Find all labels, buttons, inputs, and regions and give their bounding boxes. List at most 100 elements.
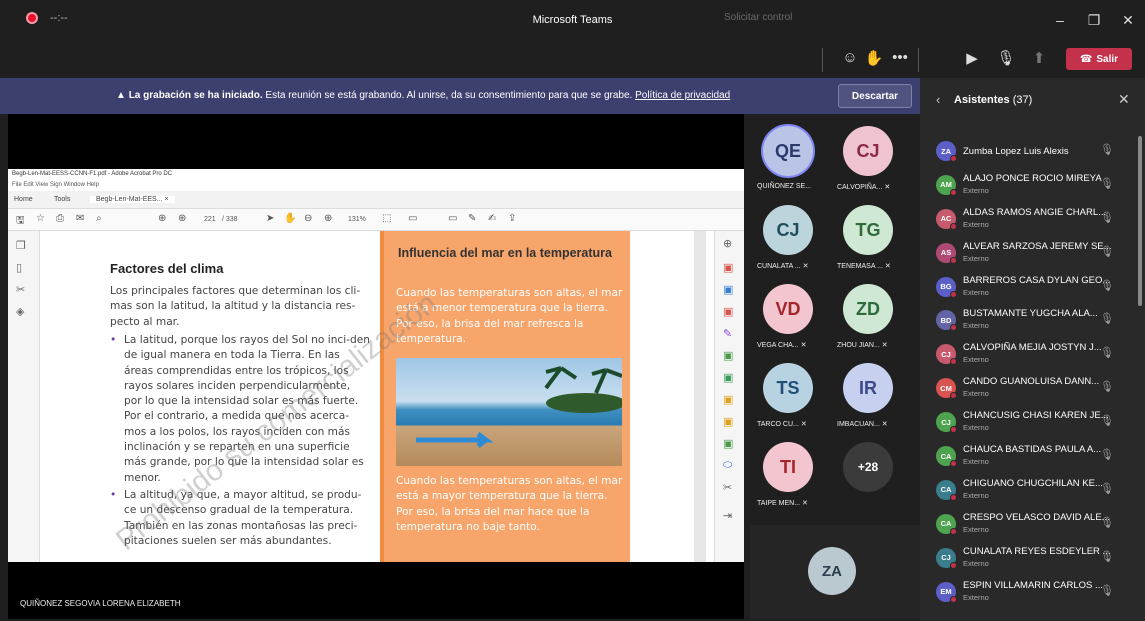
gallery-avatar[interactable]: +28 <box>843 442 893 492</box>
fit-icon: ⬚ <box>382 213 392 224</box>
mic-muted-icon[interactable]: 🎙 <box>1100 448 1114 461</box>
mail-icon: ✉ <box>76 213 85 224</box>
gallery-avatar[interactable]: IR <box>843 363 893 413</box>
participant-row[interactable]: AS ALVEAR SARZOSA JEREMY SE... Externo 🎙 <box>920 235 1130 269</box>
banner-message: Esta reunión se está grabando. Al unirse… <box>265 90 633 101</box>
participant-role: Externo <box>963 389 989 399</box>
print-icon: ⎙ <box>56 213 64 224</box>
bullet-dot: • <box>110 334 117 346</box>
panel-scrollbar[interactable] <box>1138 136 1142 306</box>
mic-muted-icon[interactable]: 🎙 <box>1100 177 1114 190</box>
expand-icon: ⇥ <box>723 510 733 522</box>
back-chevron-icon[interactable]: ‹ <box>936 92 940 107</box>
mic-muted-icon[interactable]: 🎙 <box>1100 279 1114 292</box>
mic-muted-icon[interactable]: 🎙 <box>1100 143 1114 156</box>
participant-role: Externo <box>963 219 989 229</box>
self-avatar: ZA <box>808 547 856 595</box>
participant-name: ESPIN VILLAMARIN CARLOS ... <box>963 579 1103 591</box>
gallery-avatar[interactable]: VD <box>763 284 813 334</box>
mic-muted-icon[interactable]: 🎙 <box>1100 245 1114 258</box>
gallery-avatar[interactable]: TG <box>843 205 893 255</box>
participant-role: Externo <box>963 490 989 500</box>
acrobat-toolbar: 🖫 ☆ ⎙ ✉ ⌕ ⊕ ⊕ 221 / 338 ➤ ✋ ⊖ ⊕ 131% ⬚ ▭… <box>8 209 744 231</box>
minimize-icon[interactable]: – <box>1043 12 1077 28</box>
participants-panel: ‹ Asistentes (37) ✕ ZA Zumba Lopez Luis A… <box>920 78 1145 621</box>
participant-row[interactable]: CM CANDO GUANOLUISA DANN... Externo 🎙 <box>920 370 1130 404</box>
participant-row[interactable]: CJ CUNALATA REYES ESDEYLER ... Externo 🎙 <box>920 540 1130 574</box>
participant-row[interactable]: CA CHAUCA BASTIDAS PAULA A... Externo 🎙 <box>920 438 1130 472</box>
raise-hand-icon[interactable]: ✋ <box>862 49 886 67</box>
participant-role: Externo <box>963 321 989 331</box>
leave-button[interactable]: ☎ Salir <box>1066 48 1132 70</box>
gallery-avatar[interactable]: CJ <box>763 205 813 255</box>
more-actions-icon[interactable]: ••• <box>888 49 912 66</box>
toolbar-divider <box>918 48 919 72</box>
banner-title: La grabación se ha iniciado. <box>128 90 263 101</box>
page-total: / 338 <box>222 216 238 223</box>
participant-role: Externo <box>963 253 989 263</box>
gallery-name: TAIPE MEN... ✕ <box>757 500 808 507</box>
presence-dot <box>950 527 957 535</box>
mic-muted-icon[interactable]: 🎙 <box>1100 312 1114 325</box>
participant-row[interactable]: AC ALDAS RAMOS ANGIE CHARL... Externo 🎙 <box>920 201 1130 235</box>
presence-dot <box>950 595 957 603</box>
gallery-avatar[interactable]: QE <box>763 126 813 176</box>
participants-icon[interactable]: ☺ <box>838 49 862 66</box>
participant-role: Externo <box>963 355 989 365</box>
recording-indicator-icon <box>26 12 38 24</box>
participant-row[interactable]: BD BUSTAMANTE YUGCHA ALA... Externo 🎙 <box>920 302 1130 336</box>
banner-text: ▲ La grabación se ha iniciado. Esta reun… <box>116 90 730 101</box>
search-icon: ⊕ <box>723 238 733 250</box>
gallery-avatar[interactable]: ZD <box>843 284 893 334</box>
participant-name: ALDAS RAMOS ANGIE CHARL... <box>963 206 1107 218</box>
participant-row[interactable]: EM ESPIN VILLAMARIN CARLOS ... Externo 🎙 <box>920 574 1130 608</box>
attendees-count: (37) <box>1012 94 1033 106</box>
participant-row[interactable]: ZA Zumba Lopez Luis Alexis 🎙 <box>920 133 1130 167</box>
participant-name: Zumba Lopez Luis Alexis <box>963 146 1069 157</box>
mic-muted-icon[interactable]: 🎙 <box>1100 584 1114 597</box>
participant-name: ALAJO PONCE ROCIO MIREYA <box>963 172 1102 184</box>
create-icon: ▣ <box>723 350 734 362</box>
mic-muted-icon[interactable]: 🎙 <box>1100 211 1114 224</box>
participant-row[interactable]: CJ CHANCUSIG CHASI KAREN JE... Externo 🎙 <box>920 404 1130 438</box>
participant-role: Externo <box>963 524 989 534</box>
mic-muted-icon[interactable]: 🎙 <box>1100 346 1114 359</box>
mic-muted-icon[interactable]: 🎙 <box>1100 482 1114 495</box>
request-control-button[interactable]: Solicitar control <box>724 12 792 23</box>
zoom-in-icon: ⊕ <box>324 213 333 224</box>
gallery-avatar[interactable]: CJ <box>843 126 893 176</box>
close-panel-icon[interactable]: ✕ <box>1118 91 1130 108</box>
mic-muted-icon[interactable]: 🎙 <box>1100 380 1114 393</box>
maximize-icon[interactable]: ❐ <box>1077 12 1111 29</box>
gallery-name: TENEMASA ... ✕ <box>837 263 891 270</box>
gallery-avatar[interactable]: TS <box>763 363 813 413</box>
compress-icon: ▣ <box>723 372 734 384</box>
presenter-name: QUIÑONEZ SEGOVIA LORENA ELIZABETH <box>20 599 181 608</box>
dismiss-button[interactable]: Descartar <box>838 84 912 108</box>
pdf-scrollbar[interactable] <box>694 231 706 562</box>
participant-row[interactable]: CA CRESPO VELASCO DAVID ALE... Externo 🎙 <box>920 506 1130 540</box>
info-box-text-2: Cuando las temperaturas son altas, el ma… <box>396 475 623 533</box>
protect-icon: ▣ <box>723 438 734 450</box>
zoom-out-icon: ⊖ <box>304 213 313 224</box>
mic-muted-icon[interactable]: 🎙 <box>1100 516 1114 529</box>
privacy-link[interactable]: Política de privacidad <box>635 90 730 101</box>
doc-intro: Los principales factores que determinan … <box>110 285 361 328</box>
mic-off-icon[interactable]: 🎙 <box>994 49 1018 67</box>
participant-row[interactable]: CJ CALVOPIÑA MEJIA JOSTYN J... Externo 🎙 <box>920 336 1130 370</box>
close-window-icon[interactable]: ✕ <box>1111 12 1145 29</box>
participant-role: Externo <box>963 287 989 297</box>
mic-muted-icon[interactable]: 🎙 <box>1100 414 1114 427</box>
share-screen-icon[interactable]: ⬆ <box>1027 49 1051 67</box>
recording-timer: --:-- <box>50 12 68 24</box>
participant-row[interactable]: AM ALAJO PONCE ROCIO MIREYA Externo 🎙 <box>920 167 1130 201</box>
gallery-name: QUIÑONEZ SE... <box>757 183 812 190</box>
mic-muted-icon[interactable]: 🎙 <box>1100 550 1114 563</box>
camera-off-icon[interactable]: ▶ <box>960 49 984 67</box>
comment-tool-icon: ▣ <box>723 394 734 406</box>
participant-row[interactable]: CA CHIGUANO CHUGCHILAN KE... Externo 🎙 <box>920 472 1130 506</box>
gallery-avatar[interactable]: TI <box>763 442 813 492</box>
hand-icon: ✋ <box>284 213 297 224</box>
sign-icon: ✍ <box>488 213 497 224</box>
participant-row[interactable]: BG BARREROS CASA DYLAN GEO... Externo 🎙 <box>920 269 1130 303</box>
